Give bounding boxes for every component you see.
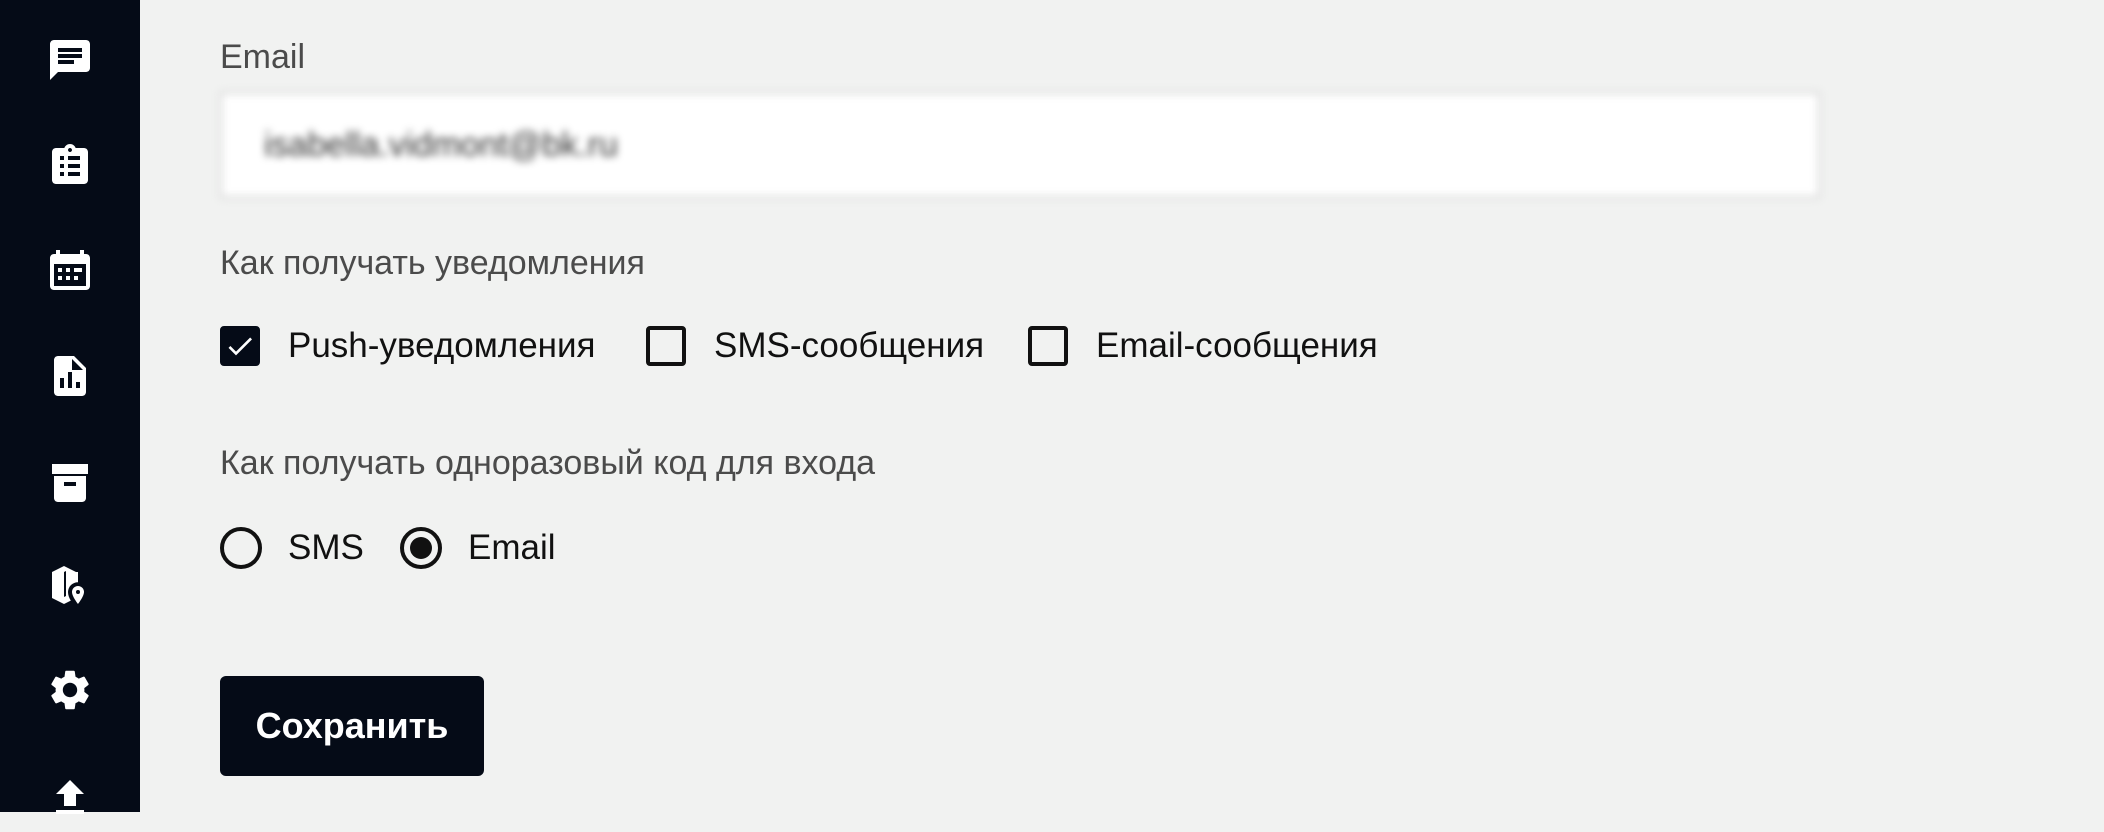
- email-input[interactable]: [220, 92, 1820, 198]
- otp-email-label: Email: [468, 528, 556, 567]
- otp-email-option[interactable]: Email: [400, 527, 556, 569]
- calendar-icon[interactable]: [36, 238, 104, 306]
- clipboard-list-icon[interactable]: [36, 132, 104, 200]
- settings-gear-icon[interactable]: [36, 656, 104, 724]
- otp-heading: Как получать одноразовый код для входа: [220, 444, 876, 482]
- otp-sms-label: SMS: [288, 528, 364, 567]
- email-notifications-option[interactable]: Email-сообщения: [1028, 326, 1378, 366]
- sms-checkbox[interactable]: [646, 326, 686, 366]
- sidebar: [0, 0, 140, 814]
- sms-option-label: SMS-сообщения: [714, 326, 985, 365]
- report-file-icon[interactable]: [36, 342, 104, 410]
- email-radio[interactable]: [400, 527, 442, 569]
- messages-icon[interactable]: [36, 26, 104, 94]
- email-label: Email: [220, 38, 306, 76]
- map-marker-icon[interactable]: [36, 552, 104, 620]
- push-checkbox[interactable]: [220, 326, 260, 366]
- notifications-heading: Как получать уведомления: [220, 244, 645, 282]
- checkmark-icon: [228, 337, 252, 356]
- push-option-label: Push-уведомления: [288, 326, 596, 365]
- sms-radio[interactable]: [220, 527, 262, 569]
- save-button[interactable]: Сохранить: [220, 676, 484, 776]
- settings-form: Email Как получать уведомления Push-увед…: [140, 0, 2104, 812]
- radio-selected-dot: [410, 537, 432, 559]
- upload-icon[interactable]: [36, 764, 104, 832]
- sms-notifications-option[interactable]: SMS-сообщения: [646, 326, 984, 366]
- push-notifications-option[interactable]: Push-уведомления: [220, 326, 596, 366]
- email-checkbox[interactable]: [1028, 326, 1068, 366]
- email-option-label: Email-сообщения: [1096, 326, 1378, 365]
- otp-sms-option[interactable]: SMS: [220, 527, 364, 569]
- archive-box-icon[interactable]: [36, 448, 104, 516]
